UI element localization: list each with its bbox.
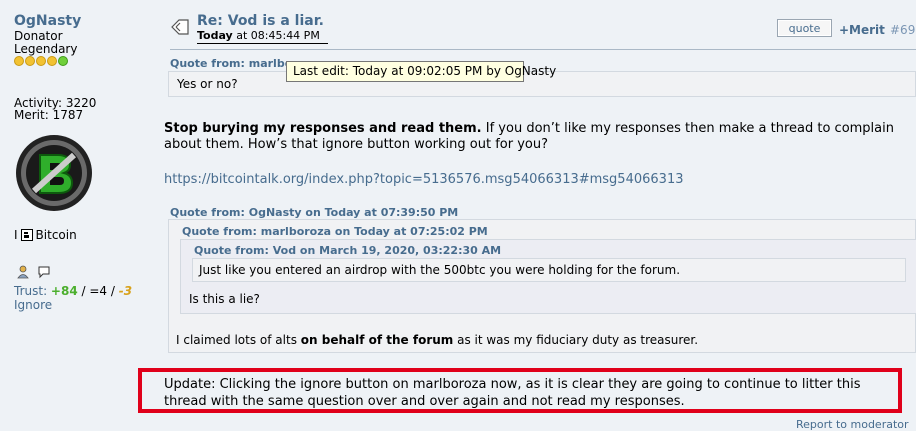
- star-icon: [36, 56, 46, 66]
- post-date: Today at 08:45:44 PM: [197, 29, 320, 42]
- trust-label: Trust:: [14, 284, 51, 298]
- quote-text: I claimed lots of alts on behalf of the …: [176, 333, 698, 347]
- star-icon: [14, 56, 24, 66]
- trust-separator: /: [77, 284, 90, 298]
- trust-score[interactable]: Trust: +84 / =4 / -3: [14, 284, 132, 298]
- post-divider: [170, 49, 916, 50]
- post-date-time: at 08:45:44 PM: [232, 29, 320, 42]
- post-number[interactable]: #693: [890, 23, 916, 37]
- nested-quote-text: Is this a lie?: [189, 292, 260, 306]
- update-highlight-box: Update: Clicking the ignore button on ma…: [138, 368, 902, 413]
- poster-rank-level: Legendary: [14, 42, 78, 56]
- star-icon: [25, 56, 35, 66]
- quote-text: Yes or no?: [177, 77, 238, 91]
- nested-quote-header[interactable]: Quote from: marlboroza on Today at 07:25…: [182, 225, 488, 238]
- ignore-link[interactable]: Ignore: [14, 298, 52, 312]
- trust-positive: +84: [50, 284, 78, 298]
- star-icon: [58, 56, 68, 66]
- post-subject[interactable]: Re: Vod is a liar.: [197, 13, 324, 29]
- quote-text-end: as it was my fiduciary duty as treasurer…: [453, 333, 699, 347]
- quote-text-bold: on behalf of the forum: [300, 333, 454, 347]
- rank-stars: [14, 56, 68, 66]
- trust-negative: -3: [118, 284, 133, 298]
- inner-quote-box: Just like you entered an airdrop with th…: [192, 258, 906, 282]
- post-body: Stop burying my responses and read them.…: [164, 121, 904, 153]
- post-icon: [171, 19, 189, 35]
- trust-neutral: =4: [89, 284, 108, 298]
- quote-button[interactable]: quote: [777, 19, 832, 37]
- message-icon[interactable]: [37, 265, 51, 279]
- profile-icon[interactable]: [17, 265, 31, 279]
- last-edit-tooltip: Last edit: Today at 09:02:05 PM by OgNas…: [286, 61, 556, 82]
- bitcoin-glyph-icon: [20, 229, 33, 241]
- poster-rank: Donator: [14, 29, 63, 43]
- quote-header[interactable]: Quote from: marlbo: [170, 57, 292, 70]
- trust-separator: /: [107, 284, 119, 298]
- update-text: Update: Clicking the ignore button on ma…: [164, 377, 861, 409]
- post-body-bold: Stop burying my responses and read them.: [164, 121, 482, 136]
- post-link[interactable]: https://bitcointalk.org/index.php?topic=…: [164, 172, 683, 187]
- poster-merit: Merit: 1787: [14, 108, 84, 122]
- signature-prefix: I: [14, 228, 18, 242]
- avatar: [16, 135, 92, 211]
- poster-info: OgNasty Donator Legendary Activity: 3220…: [0, 0, 158, 425]
- poster-icons: [17, 265, 51, 279]
- quote-header[interactable]: Quote from: OgNasty on Today at 07:39:50…: [170, 206, 458, 219]
- date-underline: [197, 43, 328, 44]
- post-date-today: Today: [197, 29, 233, 42]
- inner-quote-header[interactable]: Quote from: Vod on March 19, 2020, 03:22…: [194, 244, 501, 257]
- quote-text-start: I claimed lots of alts: [176, 333, 301, 347]
- merit-button[interactable]: +Merit: [839, 23, 885, 37]
- inner-quote-text: Just like you entered an airdrop with th…: [199, 263, 681, 277]
- nested-quote-box: Quote from: Vod on March 19, 2020, 03:22…: [180, 239, 916, 314]
- star-icon: [47, 56, 57, 66]
- signature-word: Bitcoin: [35, 228, 77, 242]
- signature-line: I Bitcoin: [14, 228, 77, 242]
- quote-box: Quote from: marlboroza on Today at 07:25…: [168, 219, 916, 353]
- poster-username[interactable]: OgNasty: [14, 13, 81, 29]
